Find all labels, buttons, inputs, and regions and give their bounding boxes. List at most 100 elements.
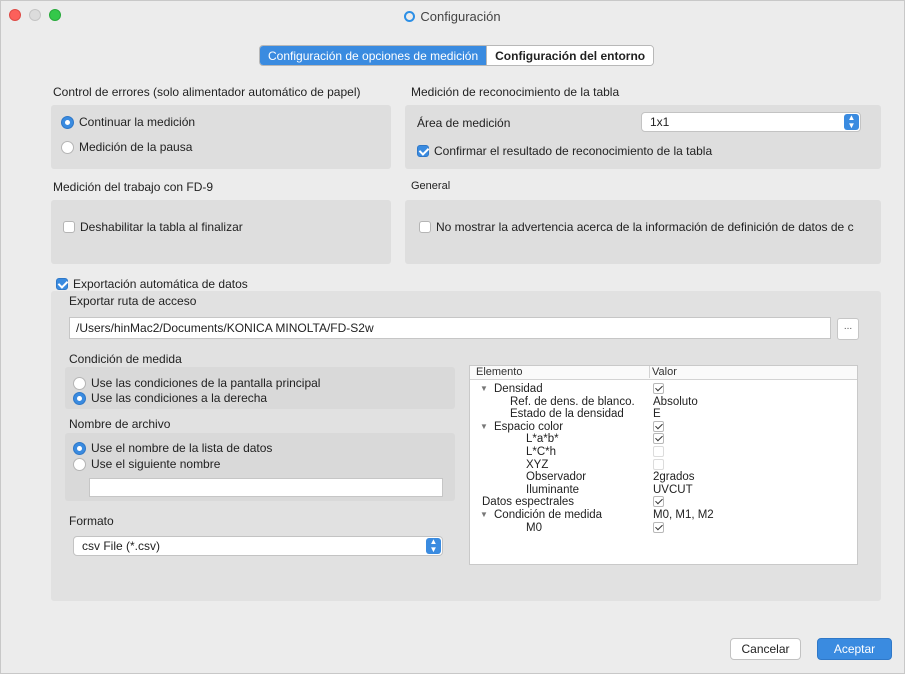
title-bar: Configuración	[1, 1, 904, 31]
confirm-recognition-checkbox[interactable]: Confirmar el resultado de reconocimiento…	[417, 144, 712, 158]
radio-indicator	[73, 391, 86, 405]
radio-indicator	[73, 457, 86, 471]
tree-row[interactable]: Datos espectrales	[470, 496, 857, 508]
tree-row-element: Ref. de dens. de blanco.	[510, 395, 635, 408]
export-path-field[interactable]: /Users/hinMac2/Documents/KONICA MINOLTA/…	[69, 317, 831, 339]
tree-row-element: Condición de medida	[494, 509, 603, 521]
value-checkbox[interactable]	[653, 458, 664, 470]
checkbox-indicator	[56, 278, 68, 290]
measurement-area-select[interactable]: 1x1 ▲ ▼	[641, 112, 861, 132]
select-stepper-icon: ▲ ▼	[844, 114, 859, 130]
radio-continue-measurement[interactable]: Continuar la medición	[61, 115, 195, 129]
expand-triangle-icon[interactable]: ▼	[480, 509, 488, 521]
tab-environment[interactable]: Configuración del entorno	[486, 46, 654, 65]
tree-header-value: Valor	[649, 366, 677, 378]
tree-row-value[interactable]	[653, 420, 664, 433]
radio-data-list-name[interactable]: Use el nombre de la lista de datos	[73, 441, 272, 455]
tree-row-element: L*C*h	[526, 446, 557, 458]
export-items-tree[interactable]: Elemento Valor ▼ Densidad Ref. de dens. de…	[469, 365, 858, 565]
tree-row[interactable]: ▼ Densidad	[470, 383, 857, 395]
disable-table-checkbox[interactable]: Deshabilitar la tabla al finalizar	[63, 220, 243, 234]
radio-indicator	[73, 376, 86, 390]
tree-header-element: Elemento	[476, 366, 523, 378]
value-checkbox[interactable]	[653, 433, 664, 445]
tree-row[interactable]: M0	[470, 521, 857, 534]
radio-indicator	[61, 115, 74, 129]
tree-row-value[interactable]	[653, 433, 664, 445]
value-checkbox[interactable]	[653, 420, 664, 432]
tree-row-element: Datos espectrales	[482, 496, 575, 509]
fd9-label: Medición del trabajo con FD-9	[53, 180, 214, 194]
expand-triangle-icon[interactable]: ▼	[480, 421, 488, 433]
tree-row-element: L*a*b*	[526, 433, 559, 446]
tree-row[interactable]: XYZ	[470, 458, 857, 471]
window-title: Configuración	[1, 9, 904, 24]
error-control-label: Control de errores (solo alimentador aut…	[53, 85, 361, 99]
tree-row[interactable]: ▼ Condición de medida M0, M1, M2	[470, 509, 857, 521]
tree-row[interactable]: Ref. de dens. de blanco. Absoluto	[470, 396, 857, 408]
ok-button[interactable]: Aceptar	[817, 638, 892, 660]
radio-label: Use el siguiente nombre	[91, 457, 221, 471]
tree-row-value: UVCUT	[653, 483, 693, 496]
radio-main-screen-conditions[interactable]: Use las condiciones de la pantalla princ…	[73, 376, 320, 390]
checkbox-indicator	[63, 221, 75, 233]
expand-triangle-icon[interactable]: ▼	[480, 383, 488, 395]
tree-row[interactable]: L*C*h	[470, 446, 857, 458]
checkbox-label: No mostrar la advertencia acerca de la i…	[436, 220, 854, 234]
tree-row-value[interactable]	[653, 458, 664, 471]
radio-pause-measurement[interactable]: Medición de la pausa	[61, 140, 192, 154]
value-checkbox[interactable]	[653, 521, 664, 533]
settings-gear-icon	[404, 11, 416, 22]
auto-export-checkbox[interactable]: Exportación automática de datos	[56, 277, 248, 291]
checkbox-label: Exportación automática de datos	[73, 277, 248, 291]
custom-name-field[interactable]	[89, 478, 443, 497]
cancel-button[interactable]: Cancelar	[730, 638, 801, 660]
format-select[interactable]: csv File (*.csv) ▲ ▼	[73, 536, 443, 556]
tree-row-value: M0, M1, M2	[653, 509, 714, 521]
checkbox-label: Deshabilitar la tabla al finalizar	[80, 220, 243, 234]
value-checkbox[interactable]	[653, 383, 664, 394]
radio-custom-name[interactable]: Use el siguiente nombre	[73, 457, 220, 471]
measurement-area-value: 1x1	[650, 115, 670, 129]
radio-label: Continuar la medición	[79, 115, 196, 129]
tree-row-value[interactable]	[653, 383, 664, 395]
table-recognition-label: Medición de reconocimiento de la tabla	[411, 85, 620, 99]
tree-row[interactable]: L*a*b*	[470, 433, 857, 445]
file-name-label: Nombre de archivo	[69, 417, 171, 431]
value-checkbox[interactable]	[653, 446, 664, 457]
tree-row-value[interactable]	[653, 496, 664, 508]
export-path-label: Exportar ruta de acceso	[69, 294, 197, 308]
tree-row[interactable]: Observador 2grados	[470, 471, 857, 483]
tree-row-value: Absoluto	[653, 395, 698, 408]
checkbox-indicator	[417, 145, 429, 157]
tab-measurement-options[interactable]: Configuración de opciones de medición	[260, 46, 487, 65]
checkbox-indicator	[419, 221, 431, 233]
value-checkbox[interactable]	[653, 496, 664, 508]
tree-row[interactable]: ▼ Espacio color	[470, 420, 857, 433]
tree-row[interactable]: Estado de la densidad E	[470, 408, 857, 420]
tree-row-element: M0	[526, 521, 542, 534]
tree-row[interactable]: Iluminante UVCUT	[470, 484, 857, 496]
measurement-area-label: Área de medición	[417, 116, 511, 130]
general-label: General	[411, 180, 451, 192]
checkbox-label: Confirmar el resultado de reconocimiento…	[434, 144, 713, 158]
radio-label: Medición de la pausa	[79, 140, 193, 154]
measure-condition-label: Condición de medida	[69, 352, 182, 366]
format-label: Formato	[69, 514, 114, 528]
tree-row-element: XYZ	[526, 458, 549, 471]
radio-label: Use las condiciones de la pantalla princ…	[91, 376, 321, 390]
no-warning-checkbox[interactable]: No mostrar la advertencia acerca de la i…	[419, 220, 877, 234]
tree-row-element: Iluminante	[526, 483, 580, 496]
radio-label: Use las condiciones a la derecha	[91, 391, 268, 405]
radio-right-conditions[interactable]: Use las condiciones a la derecha	[73, 391, 267, 405]
radio-label: Use el nombre de la lista de datos	[91, 441, 273, 455]
tree-row-value: 2grados	[653, 471, 695, 484]
tree-row-element: Observador	[526, 471, 587, 484]
configuration-window: Configuración Configuración de opciones …	[0, 0, 905, 674]
tree-row-element: Densidad	[494, 383, 543, 395]
radio-indicator	[61, 140, 74, 154]
tree-row-value[interactable]	[653, 521, 664, 534]
browse-button[interactable]: ...	[837, 318, 859, 340]
tree-row-value: E	[653, 408, 661, 421]
tree-row-value[interactable]	[653, 446, 664, 458]
